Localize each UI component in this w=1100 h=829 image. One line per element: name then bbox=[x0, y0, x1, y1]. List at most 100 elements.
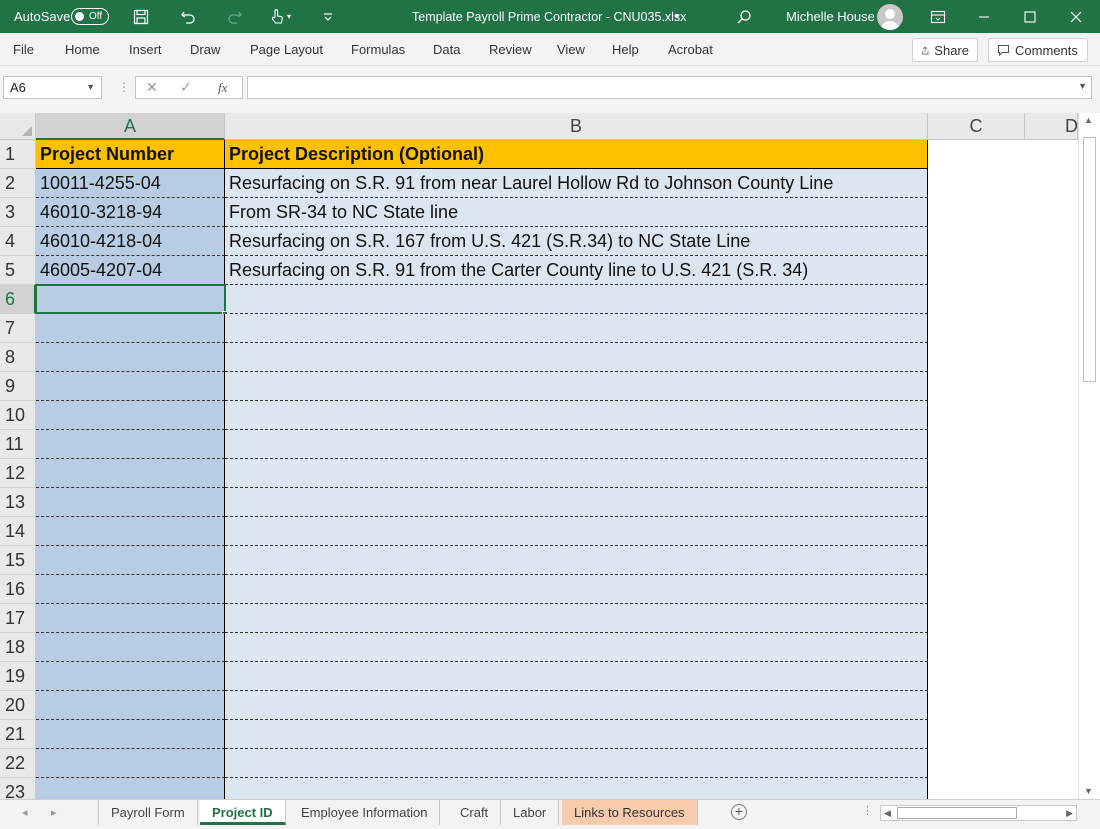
row-header-13[interactable]: 13 bbox=[0, 488, 36, 517]
header-cell-project-number[interactable]: Project Number bbox=[36, 140, 225, 169]
name-box[interactable]: A6 ▼ bbox=[3, 76, 102, 99]
cell-b6[interactable] bbox=[225, 285, 928, 314]
row-header-7[interactable]: 7 bbox=[0, 314, 36, 343]
column-header-b[interactable]: B bbox=[225, 113, 928, 140]
cell-c11[interactable] bbox=[928, 430, 1025, 459]
row-header-12[interactable]: 12 bbox=[0, 459, 36, 488]
row-header-23[interactable]: 23 bbox=[0, 778, 36, 799]
cell-b19[interactable] bbox=[225, 662, 928, 691]
comments-button[interactable]: Comments bbox=[988, 38, 1088, 62]
cell-c10[interactable] bbox=[928, 401, 1025, 430]
enter-icon[interactable]: ✓ bbox=[180, 79, 192, 96]
column-header-d[interactable]: D bbox=[1025, 113, 1078, 140]
cell-a5[interactable]: 46005-4207-04 bbox=[36, 256, 225, 285]
row-header-5[interactable]: 5 bbox=[0, 256, 36, 285]
cell-c13[interactable] bbox=[928, 488, 1025, 517]
row-header-2[interactable]: 2 bbox=[0, 169, 36, 198]
cell-c8[interactable] bbox=[928, 343, 1025, 372]
sheet-tab-project-id[interactable]: Project ID bbox=[200, 800, 286, 825]
tab-insert[interactable]: Insert bbox=[129, 33, 162, 66]
share-button[interactable]: Share bbox=[912, 38, 978, 62]
row-header-17[interactable]: 17 bbox=[0, 604, 36, 633]
sheet-tab-payroll-form[interactable]: Payroll Form bbox=[98, 800, 198, 825]
cell-c14[interactable] bbox=[928, 517, 1025, 546]
sheet-tab-employee-information[interactable]: Employee Information bbox=[289, 800, 441, 825]
cell-c16[interactable] bbox=[928, 575, 1025, 604]
cell-b7[interactable] bbox=[225, 314, 928, 343]
cell-b21[interactable] bbox=[225, 720, 928, 749]
row-header-22[interactable]: 22 bbox=[0, 749, 36, 778]
redo-icon[interactable] bbox=[223, 0, 247, 33]
vertical-scroll-thumb[interactable] bbox=[1083, 137, 1096, 382]
tab-review[interactable]: Review bbox=[489, 33, 532, 66]
cell-a11[interactable] bbox=[36, 430, 225, 459]
cell-c21[interactable] bbox=[928, 720, 1025, 749]
column-header-c[interactable]: C bbox=[928, 113, 1025, 140]
cell-a21[interactable] bbox=[36, 720, 225, 749]
ribbon-display-icon[interactable] bbox=[926, 0, 950, 33]
cell-c23[interactable] bbox=[928, 778, 1025, 799]
name-box-dropdown-icon[interactable]: ▼ bbox=[86, 77, 95, 98]
cell-a15[interactable] bbox=[36, 546, 225, 575]
scroll-down-icon[interactable]: ▼ bbox=[1084, 786, 1093, 796]
cell-a22[interactable] bbox=[36, 749, 225, 778]
tab-data[interactable]: Data bbox=[433, 33, 460, 66]
next-sheet-icon[interactable]: ▸ bbox=[51, 806, 57, 819]
customize-toolbar-icon[interactable] bbox=[316, 0, 340, 33]
formula-input[interactable]: ▼ bbox=[247, 76, 1092, 99]
cell-c1[interactable] bbox=[928, 140, 1025, 169]
cell-b15[interactable] bbox=[225, 546, 928, 575]
cell-a23[interactable] bbox=[36, 778, 225, 799]
tab-file[interactable]: File bbox=[13, 33, 34, 66]
cell-b22[interactable] bbox=[225, 749, 928, 778]
cell-b2[interactable]: Resurfacing on S.R. 91 from near Laurel … bbox=[225, 169, 928, 198]
header-cell-project-description[interactable]: Project Description (Optional) bbox=[225, 140, 928, 169]
cell-a8[interactable] bbox=[36, 343, 225, 372]
cell-b12[interactable] bbox=[225, 459, 928, 488]
row-header-14[interactable]: 14 bbox=[0, 517, 36, 546]
row-header-9[interactable]: 9 bbox=[0, 372, 36, 401]
scroll-left-icon[interactable]: ◀ bbox=[884, 806, 891, 820]
cell-b20[interactable] bbox=[225, 691, 928, 720]
touch-mode-icon[interactable]: ▾ bbox=[268, 0, 292, 33]
autosave-toggle[interactable]: Off bbox=[71, 8, 109, 25]
tab-view[interactable]: View bbox=[557, 33, 585, 66]
insert-function-icon[interactable]: fx bbox=[218, 80, 227, 96]
cell-b10[interactable] bbox=[225, 401, 928, 430]
sheet-tab-links-to-resources[interactable]: Links to Resources bbox=[562, 800, 698, 825]
tab-draw[interactable]: Draw bbox=[190, 33, 220, 66]
cell-c6[interactable] bbox=[928, 285, 1025, 314]
cell-c19[interactable] bbox=[928, 662, 1025, 691]
cell-a2[interactable]: 10011-4255-04 bbox=[36, 169, 225, 198]
cell-a4[interactable]: 46010-4218-04 bbox=[36, 227, 225, 256]
tab-formulas[interactable]: Formulas bbox=[351, 33, 405, 66]
cell-a9[interactable] bbox=[36, 372, 225, 401]
close-icon[interactable] bbox=[1064, 0, 1088, 33]
tab-help[interactable]: Help bbox=[612, 33, 639, 66]
sheet-tab-craft[interactable]: Craft bbox=[448, 800, 502, 825]
row-header-18[interactable]: 18 bbox=[0, 633, 36, 662]
cell-c7[interactable] bbox=[928, 314, 1025, 343]
row-header-11[interactable]: 11 bbox=[0, 430, 36, 459]
save-icon[interactable] bbox=[129, 0, 153, 33]
cell-c18[interactable] bbox=[928, 633, 1025, 662]
cell-b3[interactable]: From SR-34 to NC State line bbox=[225, 198, 928, 227]
cell-a14[interactable] bbox=[36, 517, 225, 546]
cell-a10[interactable] bbox=[36, 401, 225, 430]
expand-formula-bar-icon[interactable]: ▼ bbox=[1078, 81, 1087, 91]
cell-b8[interactable] bbox=[225, 343, 928, 372]
cancel-icon[interactable]: ✕ bbox=[146, 79, 158, 96]
user-name[interactable]: Michelle House bbox=[786, 0, 875, 33]
tab-home[interactable]: Home bbox=[65, 33, 100, 66]
row-header-20[interactable]: 20 bbox=[0, 691, 36, 720]
row-header-6[interactable]: 6 bbox=[0, 285, 36, 314]
row-header-19[interactable]: 19 bbox=[0, 662, 36, 691]
row-header-10[interactable]: 10 bbox=[0, 401, 36, 430]
previous-sheet-icon[interactable]: ◂ bbox=[22, 806, 28, 819]
row-header-16[interactable]: 16 bbox=[0, 575, 36, 604]
add-sheet-icon[interactable]: + bbox=[731, 804, 747, 820]
cell-c3[interactable] bbox=[928, 198, 1025, 227]
cell-a17[interactable] bbox=[36, 604, 225, 633]
scroll-right-icon[interactable]: ▶ bbox=[1066, 806, 1073, 820]
horizontal-scroll-thumb[interactable] bbox=[897, 807, 1017, 819]
